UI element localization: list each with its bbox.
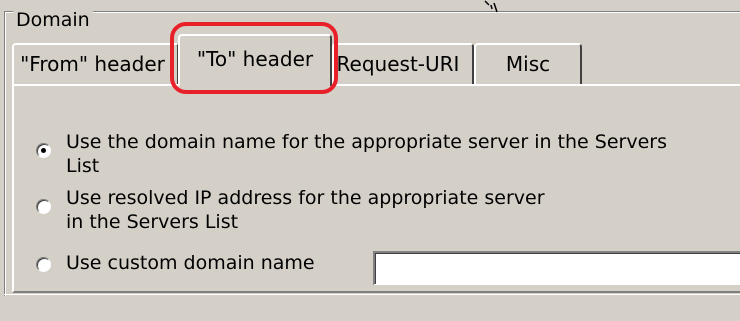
tab-label: Misc [505, 52, 551, 76]
groupbox-bottom-edge [4, 294, 740, 295]
tab-label: "To" header [196, 47, 314, 71]
tab-from-header[interactable]: "From" header [12, 43, 179, 84]
tab-panel [12, 84, 740, 293]
tab-to-header[interactable]: "To" header [178, 34, 332, 86]
mouse-cursor-icon [484, 0, 498, 13]
tab-request-uri[interactable]: Request-URI [332, 43, 474, 84]
tab-label: Request-URI [336, 52, 460, 76]
tab-misc[interactable]: Misc [474, 43, 582, 84]
groupbox-title: Domain [13, 9, 93, 31]
tab-label: "From" header [20, 52, 165, 76]
